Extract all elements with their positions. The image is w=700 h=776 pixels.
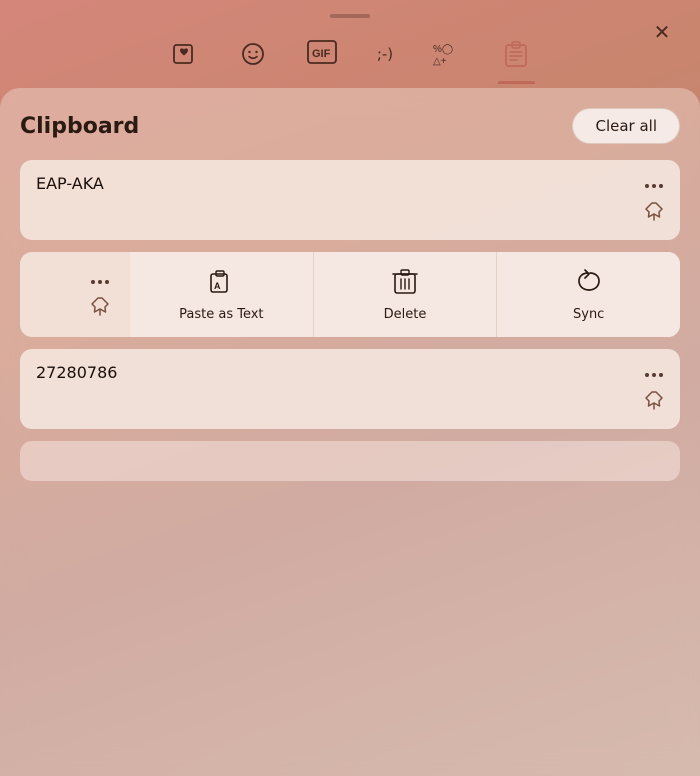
- pin-icon-3: [644, 390, 664, 410]
- clipboard-item-with-menu: A Paste as Text Delete: [20, 252, 680, 337]
- item-more-button[interactable]: [640, 170, 668, 196]
- tab-kaomoji[interactable]: ;-): [367, 34, 403, 84]
- sync-label: Sync: [573, 307, 604, 322]
- svg-text:%◯: %◯: [433, 44, 453, 55]
- tab-bar: GIF ;-) %◯ △+: [0, 28, 700, 84]
- tab-symbols[interactable]: %◯ △+: [423, 34, 473, 84]
- item-left-controls: [20, 252, 130, 337]
- drag-handle: [330, 14, 370, 18]
- emoji-icon: [239, 40, 267, 74]
- clear-all-button[interactable]: Clear all: [572, 108, 680, 144]
- item-text-3: 27280786: [36, 363, 157, 382]
- gif-icon: GIF: [307, 40, 337, 70]
- pin-icon-2: [90, 296, 110, 316]
- tab-stickers[interactable]: [161, 34, 209, 84]
- kaomoji-icon: ;-): [377, 40, 393, 68]
- item-text: EAP-AKA: [36, 174, 144, 193]
- clipboard-item: EAP-AKA: [20, 160, 680, 240]
- clipboard-item-3: 27280786: [20, 349, 680, 429]
- sync-button[interactable]: Sync: [497, 252, 680, 337]
- clipboard-panel: Clipboard Clear all EAP-AKA: [0, 88, 700, 776]
- tab-gif[interactable]: GIF: [297, 34, 347, 84]
- action-menu: A Paste as Text Delete: [130, 252, 680, 337]
- panel-title: Clipboard: [20, 114, 139, 139]
- svg-text:△+: △+: [433, 56, 447, 66]
- svg-text:A: A: [214, 281, 221, 291]
- delete-button[interactable]: Delete: [314, 252, 498, 337]
- delete-icon: [392, 268, 418, 301]
- close-button[interactable]: ✕: [644, 14, 680, 50]
- panel-header: Clipboard Clear all: [20, 108, 680, 144]
- sync-icon: [575, 268, 603, 301]
- symbols-icon: %◯ △+: [433, 40, 463, 72]
- clipboard-item-4: [20, 441, 680, 481]
- tab-emoji[interactable]: [229, 34, 277, 84]
- more-dots-icon-2: [90, 279, 110, 285]
- item-pin-button-2[interactable]: [86, 292, 114, 325]
- paste-as-text-icon: A: [207, 268, 235, 301]
- item-pin-button[interactable]: [640, 197, 668, 230]
- paste-as-text-label: Paste as Text: [179, 307, 263, 322]
- item-more-button-2[interactable]: [86, 266, 114, 292]
- stickers-icon: [171, 40, 199, 74]
- more-dots-icon: [644, 183, 664, 189]
- pin-icon: [644, 201, 664, 221]
- item-pin-button-3[interactable]: [640, 386, 668, 419]
- paste-as-text-button[interactable]: A Paste as Text: [130, 252, 314, 337]
- svg-text:GIF: GIF: [312, 48, 331, 60]
- more-dots-icon-3: [644, 372, 664, 378]
- delete-label: Delete: [384, 307, 427, 322]
- clipboard-icon: [503, 40, 529, 74]
- tab-clipboard[interactable]: [493, 34, 539, 84]
- close-icon: ✕: [654, 20, 671, 45]
- item-more-button-3[interactable]: [640, 359, 668, 385]
